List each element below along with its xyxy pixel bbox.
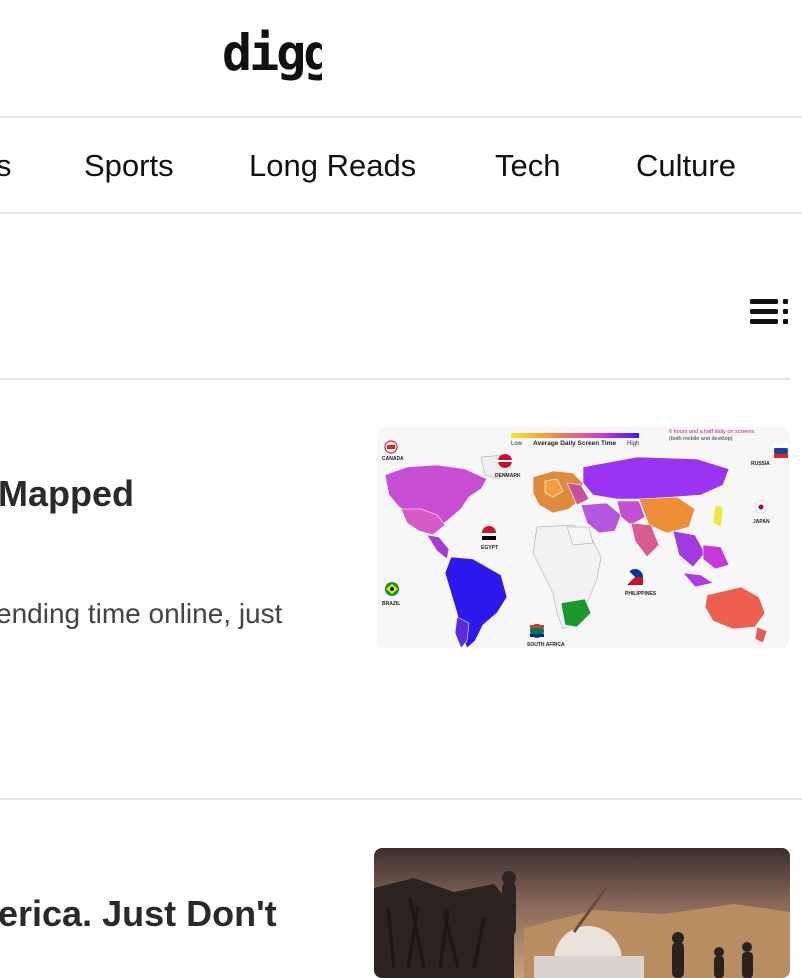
logo-text: digg [222,26,322,82]
story-description: ending time online, just [0,598,283,629]
list-menu-icon[interactable] [748,296,792,328]
nav-item-culture[interactable]: Culture [636,148,736,184]
nav-item-long-reads[interactable]: Long Reads [249,148,416,184]
map-label-denmark: DENMARK [495,473,521,479]
digg-logo[interactable]: digg [222,26,322,82]
map-label-canada: CANADA [382,456,404,462]
nav-item-tech[interactable]: Tech [495,148,560,184]
nav-item-sports[interactable]: Sports [84,148,174,184]
header-divider [0,116,802,118]
list-divider [0,378,790,380]
legend-high: High [627,441,639,447]
nav-item-partial[interactable]: s [0,148,12,184]
svg-text:(both mobile and desktop): (both mobile and desktop) [669,436,733,442]
story-thumbnail-illustration[interactable] [374,848,790,978]
story-title[interactable]: erica. Just Don't [0,893,277,935]
map-label-philippines: PHILIPPINES [625,591,657,597]
world-map-image: Low High Average Daily Screen Time 6 hou… [382,429,788,648]
map-header-label: Average Daily Screen Time [533,440,616,447]
map-label-brazil: BRAZIL [382,601,400,607]
map-label-egypt: EGYPT [481,545,498,551]
map-label-south-africa: SOUTH AFRICA [527,642,565,648]
story-title[interactable]: Mapped [0,473,134,515]
legend-low: Low [511,441,523,447]
map-callout: 6 hours and a half daily on screens [669,429,755,435]
nav-divider [0,212,802,214]
illustration-image [374,848,790,978]
map-label-russia: RUSSIA [751,461,770,467]
map-label-japan: JAPAN [753,519,770,525]
story-thumbnail-map[interactable]: Low High Average Daily Screen Time 6 hou… [377,427,790,648]
story-divider [0,798,802,800]
